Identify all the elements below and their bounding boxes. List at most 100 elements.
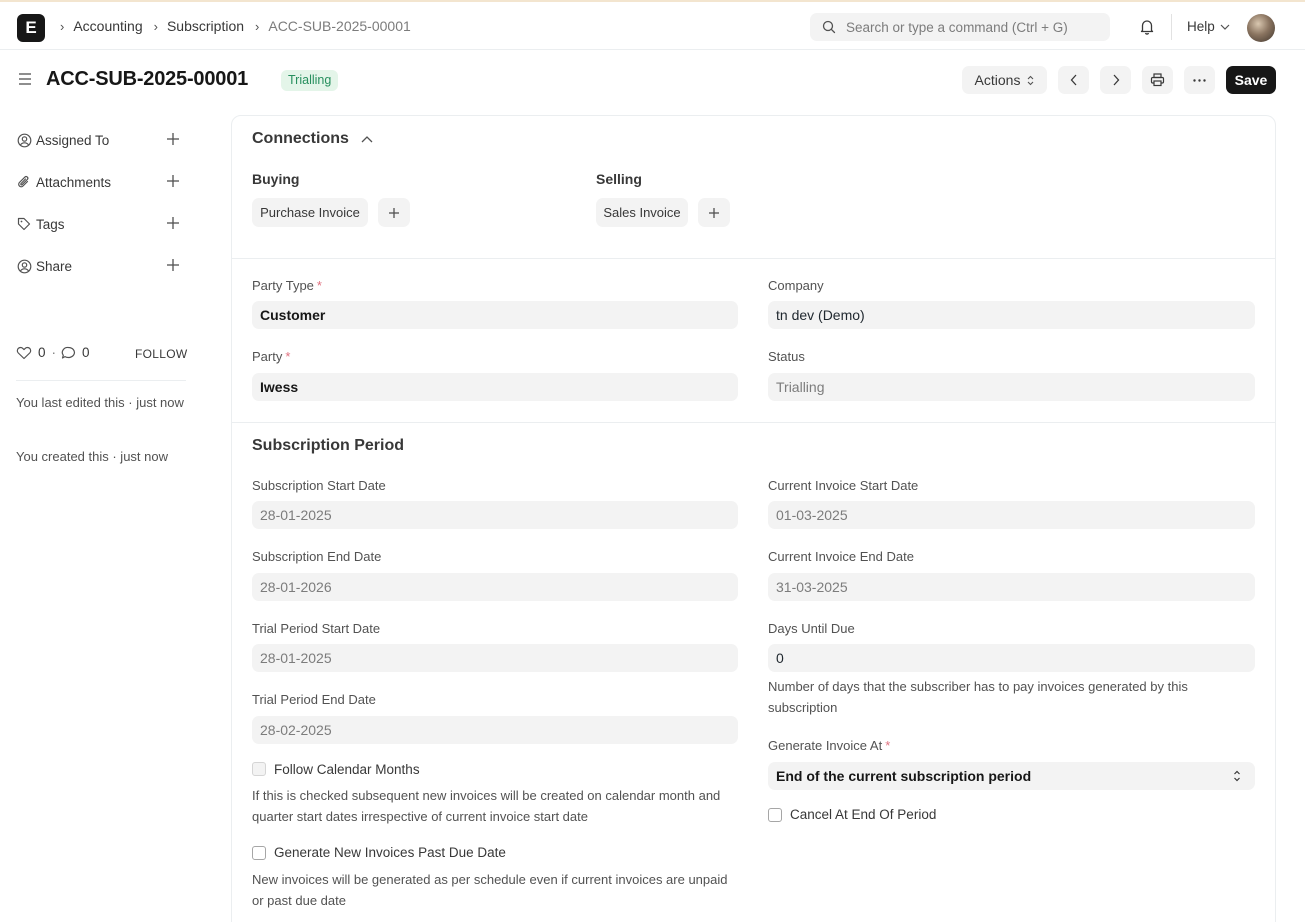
days-until-due-field[interactable]: 0	[768, 644, 1255, 672]
invoice-start-label: Current Invoice Start Date	[768, 478, 919, 493]
likes-count: 0	[38, 345, 46, 360]
company-label: Company	[768, 278, 824, 293]
subscription-end-field[interactable]: 28-01-2026	[252, 573, 738, 601]
sidebar-item-assigned-to[interactable]: Assigned To	[16, 130, 186, 150]
heart-icon[interactable]	[16, 346, 32, 360]
subscription-period-title: Subscription Period	[252, 437, 405, 454]
more-options-button[interactable]	[1184, 66, 1215, 94]
hamburger-icon[interactable]	[17, 71, 33, 87]
chevron-down-icon	[1220, 24, 1230, 30]
generate-past-due-label: Generate New Invoices Past Due Date	[274, 845, 506, 860]
generate-past-due-checkbox[interactable]	[252, 846, 266, 860]
sidebar-item-label: Assigned To	[36, 132, 110, 148]
chevron-right-icon	[1113, 74, 1119, 86]
comments-count: 0	[82, 345, 90, 360]
party-label: Party *	[252, 349, 291, 364]
trial-end-label: Trial Period End Date	[252, 692, 376, 707]
company-field[interactable]: tn dev (Demo)	[768, 301, 1255, 329]
save-button[interactable]: Save	[1226, 66, 1276, 94]
buying-label: Buying	[252, 171, 300, 187]
help-label: Help	[1187, 19, 1215, 34]
invoice-end-label: Current Invoice End Date	[768, 549, 914, 564]
ellipsis-icon	[1193, 78, 1206, 82]
page-title: ACC-SUB-2025-00001	[46, 68, 249, 90]
print-button[interactable]	[1142, 66, 1173, 94]
created-text: You created this · just now	[16, 449, 168, 464]
section-divider	[232, 422, 1275, 423]
updown-icon	[1234, 770, 1240, 782]
status-field: Trialling	[768, 373, 1255, 401]
divider	[16, 380, 186, 381]
navbar: E › Accounting › Subscription › ACC-SUB-…	[0, 0, 1305, 50]
party-type-label: Party Type *	[252, 278, 322, 293]
next-doc-button[interactable]	[1100, 66, 1131, 94]
cancel-at-end-checkbox[interactable]	[768, 808, 782, 822]
divider	[1171, 14, 1172, 40]
section-divider	[232, 258, 1275, 259]
breadcrumb-current[interactable]: ACC-SUB-2025-00001	[268, 18, 410, 34]
follow-button[interactable]: FOLLOW	[135, 347, 187, 361]
sidebar-item-tags[interactable]: Tags	[16, 214, 186, 234]
separator-dot: ·	[51, 345, 57, 360]
actions-label: Actions	[974, 72, 1021, 88]
party-field[interactable]: Iwess	[252, 373, 738, 401]
sidebar-item-attachments[interactable]: Attachments	[16, 172, 186, 192]
share-user-icon	[16, 258, 32, 274]
add-sales-invoice-button[interactable]	[698, 198, 730, 227]
party-type-field[interactable]: Customer	[252, 301, 738, 329]
chevron-up-icon[interactable]	[361, 135, 373, 143]
days-until-due-description: Number of days that the subscriber has t…	[768, 679, 1188, 715]
add-purchase-invoice-button[interactable]	[378, 198, 410, 227]
breadcrumb-subscription[interactable]: Subscription	[167, 18, 244, 34]
help-menu[interactable]: Help	[1187, 19, 1230, 34]
search-icon	[822, 20, 836, 34]
subscription-start-label: Subscription Start Date	[252, 478, 386, 493]
sidebar-item-share[interactable]: Share	[16, 256, 186, 276]
chevron-right-icon: ›	[60, 18, 65, 34]
sidebar-item-label: Tags	[36, 216, 65, 232]
paperclip-icon	[16, 174, 32, 190]
plus-icon	[709, 207, 719, 218]
days-until-due-label: Days Until Due	[768, 621, 855, 636]
plus-icon[interactable]	[166, 216, 180, 230]
subscription-start-field[interactable]: 28-01-2025	[252, 501, 738, 529]
breadcrumb-accounting[interactable]: Accounting	[73, 18, 142, 34]
plus-icon[interactable]	[166, 132, 180, 146]
status-label: Status	[768, 349, 805, 364]
invoice-end-field: 31-03-2025	[768, 573, 1255, 601]
selling-label: Selling	[596, 171, 642, 187]
connections-title[interactable]: Connections	[252, 130, 349, 148]
follow-calendar-description: If this is checked subsequent new invoic…	[252, 788, 721, 824]
trial-end-field[interactable]: 28-02-2025	[252, 716, 738, 744]
subscription-end-label: Subscription End Date	[252, 549, 382, 564]
chevron-left-icon	[1070, 74, 1076, 86]
search-bar[interactable]	[810, 13, 1110, 41]
bell-icon[interactable]	[1139, 18, 1155, 35]
sales-invoice-link[interactable]: Sales Invoice	[596, 198, 688, 227]
generate-invoice-at-select[interactable]: End of the current subscription period	[768, 762, 1255, 790]
trial-start-field[interactable]: 28-01-2025	[252, 644, 738, 672]
plus-icon[interactable]	[166, 174, 180, 188]
trial-start-label: Trial Period Start Date	[252, 621, 381, 636]
previous-doc-button[interactable]	[1058, 66, 1089, 94]
comment-icon[interactable]	[61, 346, 76, 360]
actions-button[interactable]: Actions	[962, 66, 1047, 94]
plus-icon	[389, 207, 399, 218]
sidebar-item-label: Share	[36, 258, 73, 274]
follow-calendar-checkbox[interactable]	[252, 762, 266, 776]
chevron-right-icon: ›	[153, 18, 158, 34]
search-input[interactable]	[846, 13, 1101, 41]
updown-icon	[1028, 75, 1034, 85]
invoice-start-field: 01-03-2025	[768, 501, 1255, 529]
printer-icon	[1150, 73, 1165, 87]
app-logo[interactable]: E	[17, 14, 45, 42]
plus-icon[interactable]	[166, 258, 180, 272]
avatar[interactable]	[1247, 14, 1275, 42]
generate-invoice-at-value: End of the current subscription period	[776, 768, 1032, 784]
status-badge: Trialling	[281, 70, 339, 91]
tag-icon	[16, 216, 32, 232]
purchase-invoice-link[interactable]: Purchase Invoice	[252, 198, 368, 227]
breadcrumb: › Accounting › Subscription › ACC-SUB-20…	[60, 18, 422, 34]
cancel-at-end-label: Cancel At End Of Period	[790, 807, 937, 822]
sidebar-item-label: Attachments	[36, 174, 112, 190]
